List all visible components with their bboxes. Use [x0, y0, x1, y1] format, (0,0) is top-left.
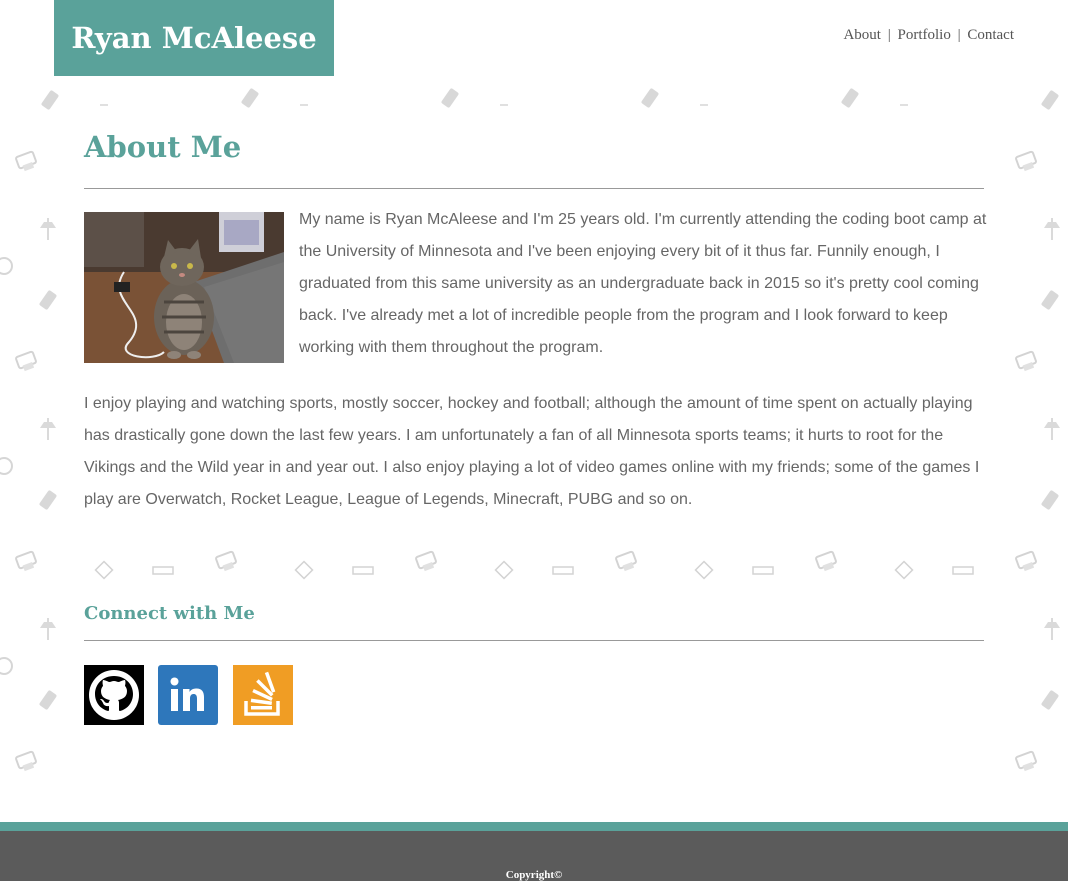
nav-contact-link[interactable]: Contact [967, 27, 1014, 43]
copyright-text: Copyright© [505, 869, 563, 881]
stackoverflow-icon [233, 665, 293, 725]
site-header: Ryan McAleese About | Portfolio | Contac… [0, 0, 1068, 76]
title-divider [84, 188, 984, 189]
nav-about-link[interactable]: About [843, 27, 881, 43]
site-brand[interactable]: Ryan McAleese [54, 0, 334, 76]
main-nav: About | Portfolio | Contact [843, 27, 1014, 44]
nav-separator: | [957, 27, 961, 43]
linkedin-icon [158, 665, 218, 725]
connect-divider [84, 640, 984, 641]
stackoverflow-link[interactable] [233, 665, 293, 725]
github-link[interactable] [84, 665, 144, 725]
linkedin-link[interactable] [158, 665, 218, 725]
about-section: About Me My name is Ryan McAleese and I'… [68, 116, 1000, 536]
connect-section: Connect with Me [68, 580, 1000, 780]
profile-photo [84, 212, 284, 363]
site-footer: Copyright© [0, 831, 1068, 881]
github-icon [84, 665, 144, 725]
nav-portfolio-link[interactable]: Portfolio [897, 27, 950, 43]
page-title: About Me [84, 130, 242, 164]
nav-separator: | [887, 27, 891, 43]
about-paragraph-1: My name is Ryan McAleese and I'm 25 year… [299, 211, 987, 356]
connect-title: Connect with Me [84, 603, 255, 624]
footer-accent-stripe [0, 822, 1068, 831]
about-paragraph-2: I enjoy playing and watching sports, mos… [84, 395, 980, 508]
